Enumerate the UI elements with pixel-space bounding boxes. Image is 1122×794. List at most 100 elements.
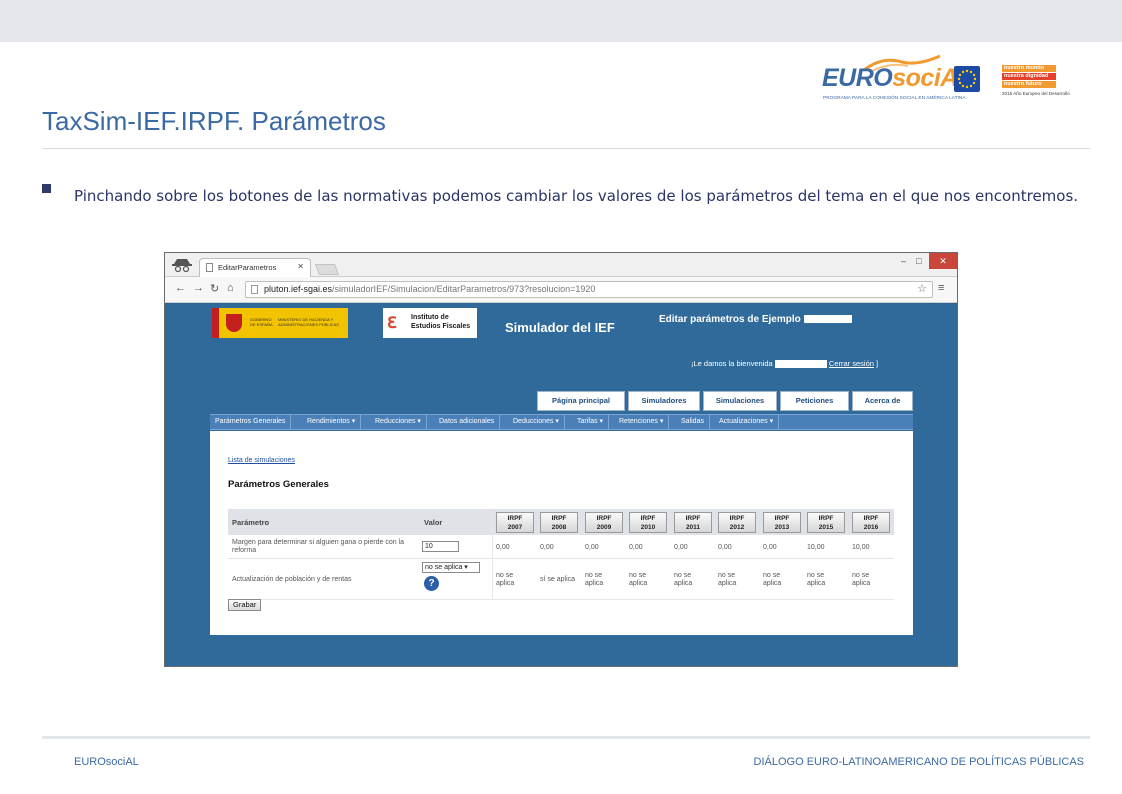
year-label-2: 2007 <box>507 524 523 531</box>
subnav-tarifas[interactable]: Tarifas ▾ <box>572 415 610 429</box>
help-icon[interactable]: ? <box>424 576 439 591</box>
table-row: Actualización de población y de rentas n… <box>228 559 894 600</box>
tab-acerca-de[interactable]: Acerca de <box>852 391 913 411</box>
european-year-logo: nuestro mundo nuestra dignidad nuestro f… <box>1002 65 1070 107</box>
simulation-list-link[interactable]: Lista de simulaciones <box>228 457 295 464</box>
title-divider <box>42 148 1090 149</box>
page-icon <box>206 263 213 272</box>
flag-stripe <box>212 308 219 338</box>
year-label-2: 2008 <box>551 524 567 531</box>
value-2013: 0,00 <box>763 544 777 551</box>
value-2008: sí se aplica <box>540 576 576 583</box>
sub-navigation: Parámetros Generales Rendimientos ▾ Redu… <box>210 414 913 430</box>
subnav-salidas[interactable]: Salidas <box>676 415 710 429</box>
window-close-button[interactable]: ✕ <box>929 253 957 269</box>
tab-close-icon[interactable]: ✕ <box>297 262 304 271</box>
value-2007: 0,00 <box>496 544 510 551</box>
web-page: GOBIERNO DE ESPAÑA MINISTERIO DE HACIEND… <box>165 304 957 666</box>
url-host: pluton.ief-sgai.es <box>264 284 333 294</box>
year-label-1: IRPF <box>551 515 567 522</box>
logo-euro: EURO <box>822 64 893 92</box>
irpf-2011-button[interactable]: IRPF 2011 <box>674 512 712 533</box>
gob-text: GOBIERNO DE ESPAÑA <box>250 317 273 327</box>
ief-name: Instituto de Estudios Fiscales <box>411 313 470 331</box>
ief-line1: Instituto de <box>411 314 449 321</box>
incognito-icon <box>171 258 195 274</box>
footer-left: EUROsociAL <box>74 756 139 768</box>
subnav-parametros-generales[interactable]: Parámetros Generales <box>210 415 292 429</box>
home-icon[interactable]: ⌂ <box>227 282 234 294</box>
back-icon[interactable]: ← <box>175 282 186 294</box>
subnav-rendimientos[interactable]: Rendimientos ▾ <box>302 415 362 429</box>
welcome-text: ¡Le damos la bienvenida <box>691 359 773 368</box>
irpf-2010-button[interactable]: IRPF 2010 <box>629 512 667 533</box>
year-label-2: 2009 <box>596 524 612 531</box>
logout-link[interactable]: Cerrar sesión <box>829 359 874 368</box>
year-label-2: 2011 <box>685 524 701 531</box>
top-band <box>0 0 1122 42</box>
column-divider <box>492 509 493 600</box>
eurosocial-logo: EUROsociAL PROGRAMA PARA LA COHESIÓN SOC… <box>822 54 984 108</box>
ief-logo: ℇ Instituto de Estudios Fiscales <box>383 308 477 338</box>
tab-simulaciones[interactable]: Simulaciones <box>703 391 777 411</box>
reload-icon[interactable]: ↻ <box>210 282 219 295</box>
new-tab-button[interactable] <box>314 264 340 275</box>
browser-window: EditarParametros ✕ ‒ □ ✕ ← → ↻ ⌂ pluton.… <box>164 252 958 667</box>
subnav-datos-adicionales[interactable]: Datos adicionales <box>434 415 501 429</box>
value-2015: no se aplica <box>807 572 826 587</box>
value-2011: 0,00 <box>674 544 688 551</box>
content-panel: Lista de simulaciones Parámetros General… <box>210 431 913 635</box>
forward-icon[interactable]: → <box>193 282 204 294</box>
tab-pagina-principal[interactable]: Página principal <box>537 391 625 411</box>
year-label-1: IRPF <box>596 515 612 522</box>
irpf-2007-button[interactable]: IRPF 2007 <box>496 512 534 533</box>
nm-line1: nuestro mundo <box>1002 65 1056 72</box>
minimize-icon[interactable]: ‒ <box>901 256 906 266</box>
year-label-1: IRPF <box>818 515 834 522</box>
subnav-retenciones[interactable]: Retenciones ▾ <box>614 415 670 429</box>
save-button[interactable]: Grabar <box>228 599 262 611</box>
ief-line2: Estudios Fiscales <box>411 323 471 330</box>
eu-flag-icon <box>954 66 980 92</box>
year-label-2: 2015 <box>818 524 834 531</box>
section-heading: Parámetros Generales <box>228 479 329 490</box>
subnav-actualizaciones[interactable]: Actualizaciones ▾ <box>714 415 780 429</box>
browser-menu-icon[interactable]: ≡ <box>938 282 944 294</box>
maximize-icon[interactable]: □ <box>916 256 921 266</box>
address-bar[interactable]: pluton.ief-sgai.es/simuladorIEF/Simulaci… <box>245 281 933 298</box>
year-label-1: IRPF <box>863 515 879 522</box>
param-name: Actualización de población y de rentas <box>232 576 352 583</box>
irpf-2013-button[interactable]: IRPF 2013 <box>763 512 801 533</box>
footer-right: DIÁLOGO EURO-LATINOAMERICANO DE POLÍTICA… <box>753 756 1084 768</box>
tab-peticiones[interactable]: Peticiones <box>780 391 849 411</box>
eurosocial-wordmark: EUROsociAL <box>822 64 973 93</box>
subnav-deducciones[interactable]: Deducciones ▾ <box>508 415 565 429</box>
coat-of-arms-icon <box>226 314 242 332</box>
irpf-2008-button[interactable]: IRPF 2008 <box>540 512 578 533</box>
value-2013: no se aplica <box>763 572 782 587</box>
value-2015: 10,00 <box>807 544 825 551</box>
url-text: pluton.ief-sgai.es/simuladorIEF/Simulaci… <box>264 284 595 294</box>
app-title: Simulador del IEF <box>505 320 615 335</box>
tab-simuladores[interactable]: Simuladores <box>628 391 700 411</box>
value-2009: no se aplica <box>585 572 604 587</box>
browser-tab[interactable]: EditarParametros ✕ <box>199 258 311 277</box>
irpf-2012-button[interactable]: IRPF 2012 <box>718 512 756 533</box>
bullet-icon <box>42 184 51 193</box>
tab-title: EditarParametros <box>218 263 277 272</box>
irpf-2016-button[interactable]: IRPF 2016 <box>852 512 890 533</box>
value-2009: 0,00 <box>585 544 599 551</box>
logo-tagline: PROGRAMA PARA LA COHESIÓN SOCIAL EN AMÉR… <box>823 96 966 101</box>
browser-toolbar: ← → ↻ ⌂ pluton.ief-sgai.es/simuladorIEF/… <box>165 277 957 303</box>
irpf-2009-button[interactable]: IRPF 2009 <box>585 512 623 533</box>
nm-line3: nuestro futuro <box>1002 81 1056 88</box>
subnav-reducciones[interactable]: Reducciones ▾ <box>370 415 427 429</box>
bullet-text: Pinchando sobre los botones de las norma… <box>74 187 1079 205</box>
bookmark-star-icon[interactable]: ☆ <box>917 282 927 295</box>
margin-value-input[interactable]: 10 <box>422 541 459 552</box>
nm-line2: nuestra dignidad <box>1002 73 1056 80</box>
irpf-2015-button[interactable]: IRPF 2015 <box>807 512 845 533</box>
population-update-select[interactable]: no se aplica ▾ <box>422 562 480 573</box>
slide-title: TaxSim-IEF.IRPF. Parámetros <box>42 106 386 136</box>
ministry-text: MINISTERIO DE HACIENDA Y ADMINISTRACIONE… <box>278 317 339 327</box>
